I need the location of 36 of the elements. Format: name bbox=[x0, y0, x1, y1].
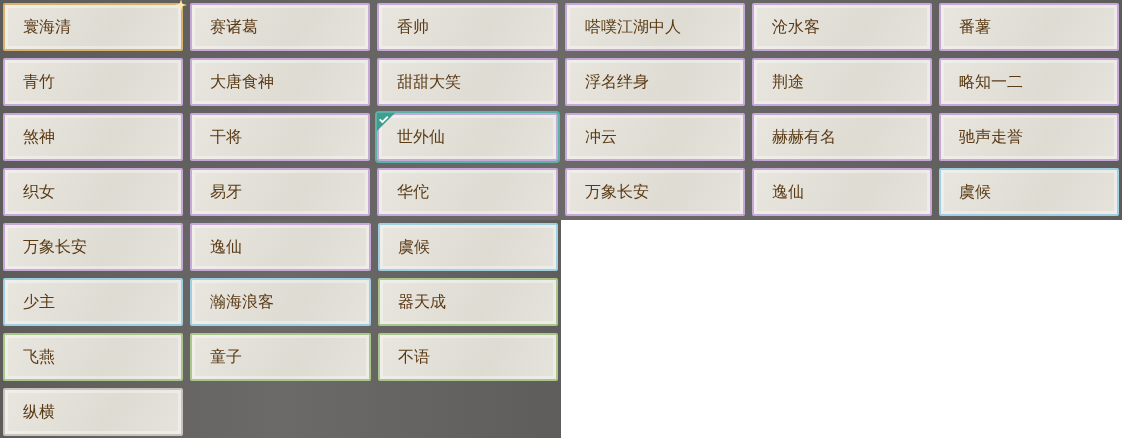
title-card[interactable]: 大唐食神 bbox=[190, 58, 371, 106]
title-card[interactable]: 瀚海浪客 bbox=[190, 278, 371, 326]
title-card[interactable]: 逸仙 bbox=[751, 168, 932, 216]
title-card[interactable]: 寰海清 bbox=[3, 3, 184, 51]
title-card[interactable]: 虞候 bbox=[377, 223, 558, 271]
title-card[interactable]: 浮名绊身 bbox=[564, 58, 745, 106]
title-card[interactable]: 干将 bbox=[190, 113, 371, 161]
title-card[interactable]: 不语 bbox=[377, 333, 558, 381]
title-card[interactable]: 番薯 bbox=[938, 3, 1119, 51]
title-card[interactable]: 香帅 bbox=[377, 3, 558, 51]
title-card[interactable]: 万象长安 bbox=[564, 168, 745, 216]
title-card[interactable]: 沧水客 bbox=[751, 3, 932, 51]
title-card[interactable]: 万象长安 bbox=[3, 223, 184, 271]
title-card[interactable]: 童子 bbox=[190, 333, 371, 381]
title-card[interactable]: 驰声走誉 bbox=[938, 113, 1119, 161]
title-card[interactable]: 逸仙 bbox=[190, 223, 371, 271]
title-card[interactable]: 纵横 bbox=[3, 388, 184, 436]
check-icon bbox=[377, 113, 396, 131]
title-card[interactable]: 易牙 bbox=[190, 168, 371, 216]
title-card[interactable]: 冲云 bbox=[564, 113, 745, 161]
title-card[interactable]: 少主 bbox=[3, 278, 184, 326]
title-card[interactable]: 青竹 bbox=[3, 58, 184, 106]
title-card[interactable]: 织女 bbox=[3, 168, 184, 216]
sparkle-icon bbox=[175, 0, 188, 11]
title-card[interactable]: 世外仙 bbox=[377, 113, 558, 161]
title-card[interactable]: 赛诸葛 bbox=[190, 3, 371, 51]
title-card[interactable]: 煞神 bbox=[3, 113, 184, 161]
title-card[interactable]: 略知一二 bbox=[938, 58, 1119, 106]
title-card[interactable]: 荆途 bbox=[751, 58, 932, 106]
title-card[interactable]: 器天成 bbox=[377, 278, 558, 326]
title-card[interactable]: 虞候 bbox=[938, 168, 1119, 216]
title-card[interactable]: 飞燕 bbox=[3, 333, 184, 381]
title-card[interactable]: 嗒噗江湖中人 bbox=[564, 3, 745, 51]
title-card[interactable]: 甜甜大笑 bbox=[377, 58, 558, 106]
title-card[interactable]: 华佗 bbox=[377, 168, 558, 216]
title-card[interactable]: 赫赫有名 bbox=[751, 113, 932, 161]
